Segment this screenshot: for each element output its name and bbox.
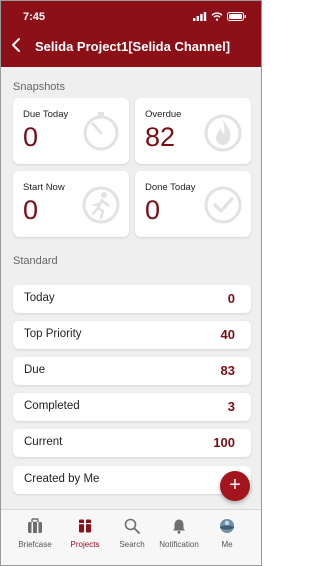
card-label: Start Now — [23, 182, 65, 193]
due-today-card[interactable]: Due Today 0 — [13, 98, 129, 164]
list-item-label: Top Priority — [24, 328, 82, 340]
tab-me[interactable]: Me — [201, 518, 253, 549]
list-item-top-priority[interactable]: Top Priority 40 — [13, 321, 251, 349]
list-item-count: 3 — [227, 399, 235, 414]
avatar-icon — [220, 519, 234, 533]
card-label: Overdue — [145, 109, 182, 120]
projects-icon — [79, 519, 91, 533]
list-item-label: Completed — [24, 400, 80, 412]
card-value: 0 — [23, 122, 39, 152]
snapshots-heading: Snapshots — [13, 81, 65, 93]
nav-bar: Selida Project1[Selida Channel] — [1, 33, 261, 63]
card-label: Due Today — [23, 109, 69, 120]
list-item-label: Created by Me — [24, 473, 100, 485]
list-item-created-by-me[interactable]: Created by Me — [13, 466, 251, 494]
status-time: 7:45 — [23, 11, 46, 23]
list-item-today[interactable]: Today 0 — [13, 285, 251, 313]
list-item-count: 0 — [227, 291, 235, 306]
search-icon — [124, 518, 140, 534]
standard-heading: Standard — [13, 255, 58, 267]
app-header: 7:45 Selida Project1[Selida Channel] — [1, 1, 261, 67]
checkmark-circle-icon — [204, 186, 242, 224]
tab-label: Search — [119, 540, 145, 549]
card-value: 82 — [145, 122, 176, 152]
chevron-left-icon — [12, 38, 20, 52]
tab-label: Projects — [70, 540, 100, 549]
back-button[interactable] — [11, 37, 21, 57]
list-item-count: 40 — [220, 327, 235, 342]
list-item-label: Current — [24, 436, 63, 448]
tab-search[interactable]: Search — [106, 518, 158, 549]
done-today-card[interactable]: Done Today 0 — [135, 171, 251, 237]
cellular-signal-icon — [193, 12, 207, 21]
card-value: 0 — [23, 195, 39, 225]
bell-icon — [173, 519, 185, 534]
app-screen: 7:45 Selida Project1[Selida Channel] Sna… — [0, 0, 262, 566]
tab-label: Me — [221, 540, 233, 549]
wifi-icon — [211, 12, 223, 21]
tab-briefcase[interactable]: Briefcase — [9, 518, 61, 549]
card-value: 0 — [145, 195, 161, 225]
plus-icon: + — [229, 474, 241, 496]
list-item-label: Today — [24, 292, 55, 304]
status-bar: 7:45 — [1, 1, 261, 33]
start-now-card[interactable]: Start Now 0 — [13, 171, 129, 237]
timer-icon — [83, 112, 119, 151]
list-item-count: 83 — [220, 363, 235, 378]
battery-icon — [227, 12, 246, 21]
card-label: Done Today — [145, 182, 196, 193]
list-item-current[interactable]: Current 100 — [13, 429, 251, 457]
list-item-due[interactable]: Due 83 — [13, 357, 251, 385]
briefcase-icon — [28, 518, 42, 533]
fire-icon — [204, 114, 242, 152]
running-person-icon — [82, 186, 120, 224]
list-item-label: Due — [24, 364, 46, 376]
add-button[interactable]: + — [220, 471, 250, 501]
list-item-count: 100 — [213, 435, 235, 450]
status-icons — [193, 12, 247, 21]
tab-bar: Briefcase Projects Search Notification M… — [1, 509, 261, 565]
tab-notification[interactable]: Notification — [153, 518, 205, 549]
list-item-completed[interactable]: Completed 3 — [13, 393, 251, 421]
overdue-card[interactable]: Overdue 82 — [135, 98, 251, 164]
tab-label: Notification — [159, 540, 199, 549]
page-title: Selida Project1[Selida Channel] — [35, 39, 231, 54]
tab-projects[interactable]: Projects — [59, 518, 111, 549]
tab-label: Briefcase — [18, 540, 52, 549]
